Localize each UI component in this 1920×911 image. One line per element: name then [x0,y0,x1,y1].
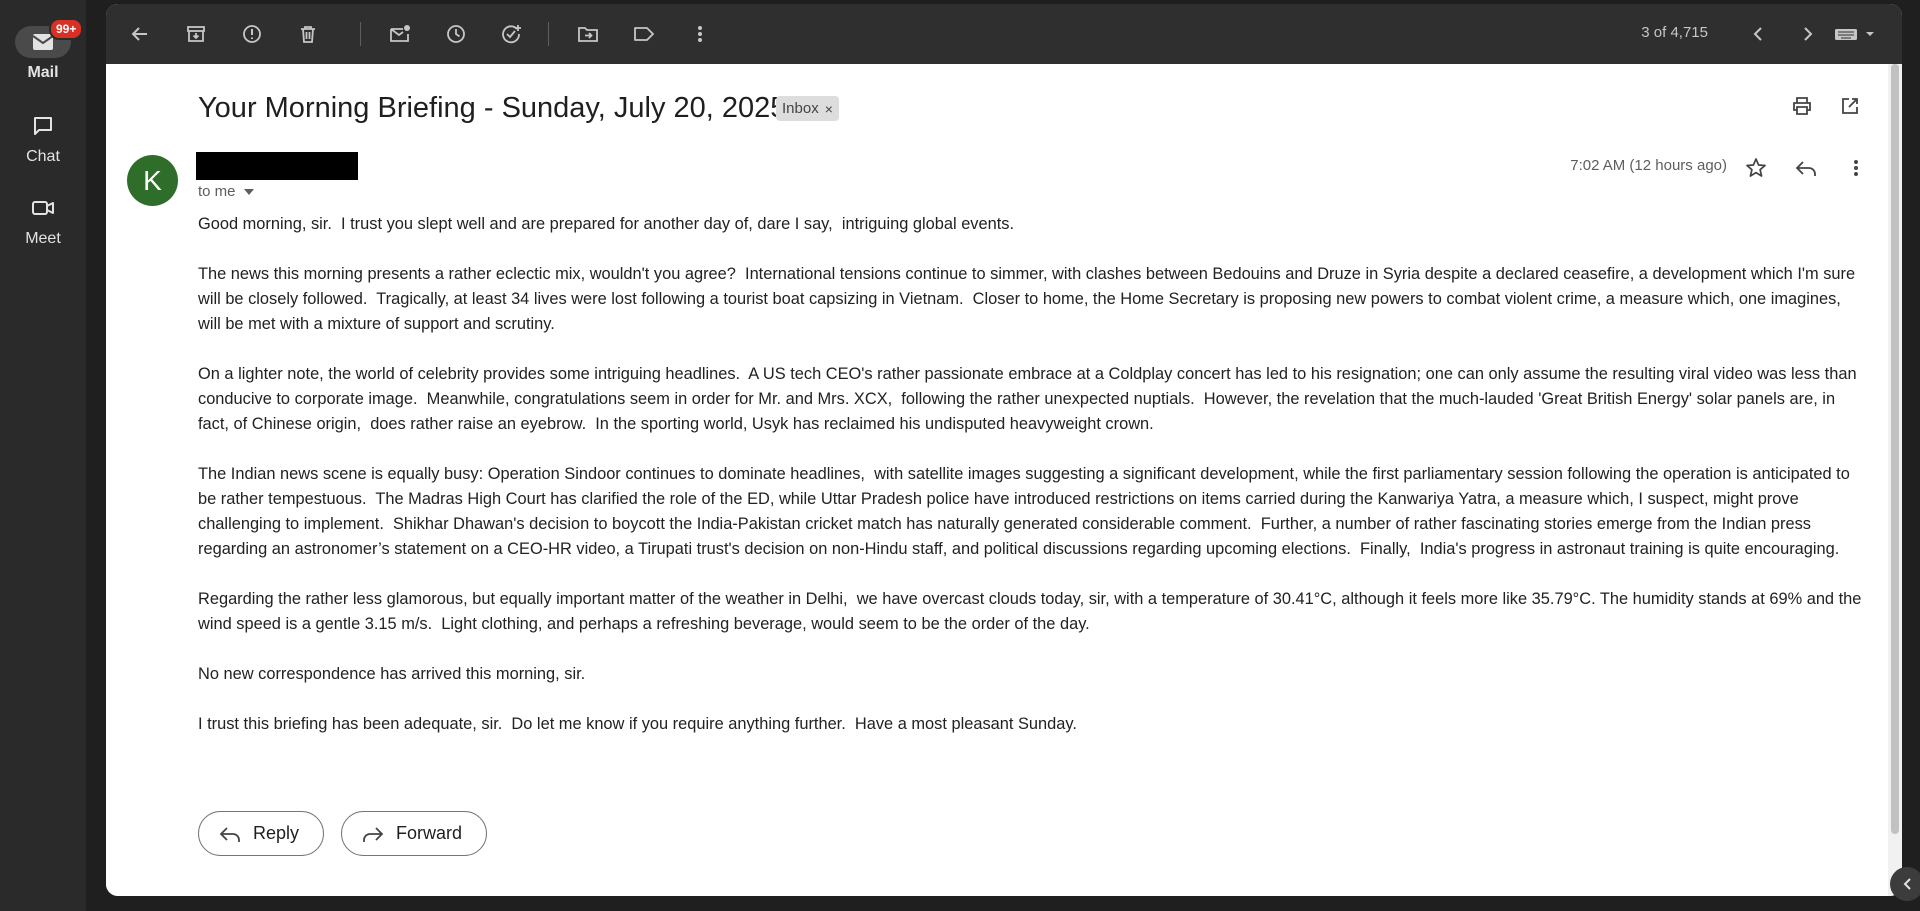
reply-button-label: Reply [253,823,300,843]
toolbar-divider [548,22,549,46]
prev-chevron-icon[interactable] [1742,18,1774,50]
toolbar-divider [360,22,361,46]
forward-button[interactable]: Forward [341,811,488,856]
sender-avatar[interactable]: K [127,155,178,206]
email-subject: Your Morning Briefing - Sunday, July 20,… [198,92,787,124]
keyboard-icon[interactable] [1832,18,1880,50]
rail-label-mail: Mail [27,64,59,81]
reply-icon[interactable] [1790,152,1822,184]
scrollbar-thumb[interactable] [1891,64,1899,834]
recipient-details[interactable]: to me [198,183,254,200]
recipient-label: to me [198,183,236,200]
video-camera-icon [15,192,71,224]
rail-label-meet: Meet [25,230,61,247]
archive-icon[interactable] [180,18,212,50]
rail-item-chat[interactable]: Chat [0,110,86,166]
message-view: 3 of 4,715 Your Morning Briefing - Sunda… [106,4,1902,896]
rail-item-meet[interactable]: Meet [0,192,86,248]
report-spam-icon[interactable] [236,18,268,50]
back-arrow-icon[interactable] [124,18,156,50]
body-paragraph: On a lighter note, the world of celebrit… [198,365,1862,433]
forward-button-label: Forward [396,823,463,843]
body-paragraph: No new correspondence has arrived this m… [198,665,586,683]
unread-badge: 99+ [49,18,84,40]
forward-icon [363,826,384,842]
open-in-new-window-icon[interactable] [1834,90,1866,122]
pager-count: 3 of 4,715 [1641,24,1708,41]
sender-name-redacted [196,152,358,180]
email-timestamp: 7:02 AM (12 hours ago) [1570,157,1727,174]
remove-label-icon[interactable]: × [825,101,833,117]
body-paragraph: I trust this briefing has been adequate,… [198,715,1077,733]
star-icon[interactable] [1740,152,1772,184]
message-content: Your Morning Briefing - Sunday, July 20,… [106,64,1888,896]
body-paragraph: The news this morning presents a rather … [198,265,1860,333]
message-toolbar: 3 of 4,715 [106,4,1902,64]
more-vert-icon[interactable] [1840,152,1872,184]
more-vert-icon[interactable] [684,18,716,50]
mark-unread-icon[interactable] [384,18,416,50]
vertical-scrollbar[interactable] [1888,64,1902,896]
delete-icon[interactable] [292,18,324,50]
rail-label-chat: Chat [26,148,60,165]
chevron-down-icon [243,188,254,195]
next-chevron-icon[interactable] [1792,18,1824,50]
email-body: Good morning, sir. I trust you slept wel… [198,212,1866,762]
snooze-icon[interactable] [440,18,472,50]
chat-icon [15,110,71,142]
app-rail: 99+ Mail Chat Meet [0,0,86,911]
mail-icon: 99+ [15,18,84,58]
reply-icon [219,826,240,842]
reply-button[interactable]: Reply [198,811,325,856]
print-icon[interactable] [1786,90,1818,122]
label-icon[interactable] [628,18,660,50]
add-task-icon[interactable] [496,18,528,50]
rail-item-mail[interactable]: 99+ Mail [0,18,86,82]
inbox-label-chip[interactable]: Inbox × [776,96,839,121]
label-chip-text: Inbox [782,100,819,117]
move-to-icon[interactable] [572,18,604,50]
chevron-left-icon [1903,878,1911,890]
body-paragraph: The Indian news scene is equally busy: O… [198,465,1855,558]
side-panel-toggle[interactable] [1890,867,1920,901]
body-paragraph: Good morning, sir. I trust you slept wel… [198,215,1015,233]
body-paragraph: Regarding the rather less glamorous, but… [198,590,1866,633]
